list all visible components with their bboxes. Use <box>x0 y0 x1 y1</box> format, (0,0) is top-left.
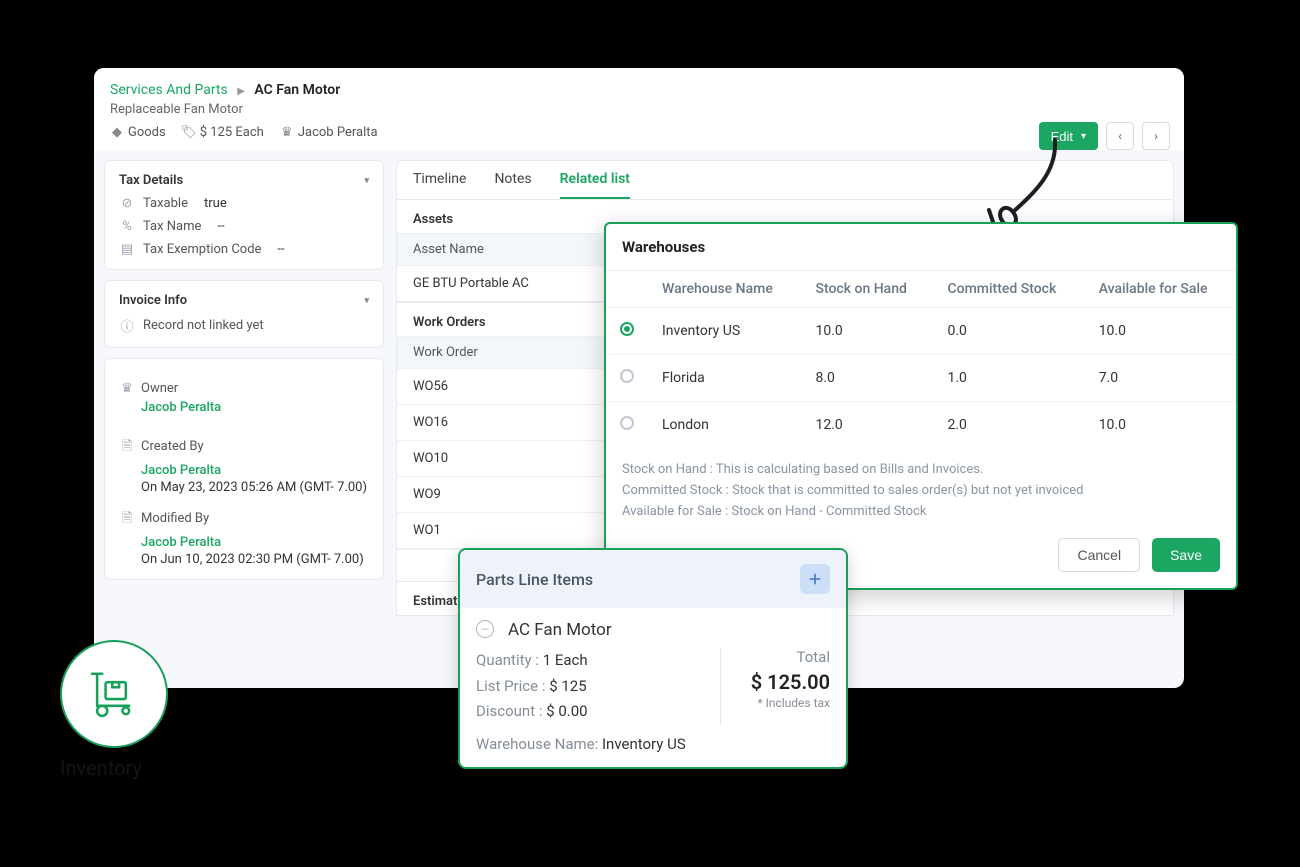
edit-button[interactable]: Edit ▾ <box>1039 122 1098 150</box>
ban-icon: ⊘ <box>119 196 135 211</box>
wh-available: 10.0 <box>1085 308 1236 355</box>
tax-taxable-label: Taxable <box>143 196 188 211</box>
crown-icon: ♛ <box>280 125 294 140</box>
meta-owner: Jacob Peralta <box>298 125 378 140</box>
wh-committed: 2.0 <box>933 402 1084 449</box>
hand-truck-icon <box>87 667 141 721</box>
modified-by-link[interactable]: Jacob Peralta <box>141 535 369 550</box>
warehouse-radio[interactable] <box>620 416 634 430</box>
record-subtitle: Replaceable Fan Motor <box>110 102 1168 117</box>
warehouse-notes: Stock on Hand : This is calculating base… <box>606 448 1236 522</box>
warehouse-modal: Warehouses Warehouse Name Stock on Hand … <box>604 222 1238 590</box>
breadcrumb-current: AC Fan Motor <box>254 82 340 98</box>
warehouse-name-value: Inventory US <box>602 735 686 753</box>
tax-details-panel: Tax Details ▾ ⊘ Taxable true % Tax Name -- ▤ T… <box>104 160 384 270</box>
tax-taxable-value: true <box>204 196 227 211</box>
meta-price: $ 125 Each <box>200 125 264 140</box>
chevron-down-icon: ▾ <box>1081 131 1086 142</box>
info-icon: ⓘ <box>119 316 135 335</box>
record-header: Services And Parts ▶ AC Fan Motor Replac… <box>94 68 1184 150</box>
wh-name: Florida <box>648 355 802 402</box>
add-line-item-button[interactable] <box>800 564 830 594</box>
collapse-icon[interactable]: ▾ <box>364 176 369 186</box>
left-sidebar: Tax Details ▾ ⊘ Taxable true % Tax Name -- ▤ T… <box>104 160 384 616</box>
warehouse-radio[interactable] <box>620 322 634 336</box>
wh-onhand: 8.0 <box>802 355 934 402</box>
wh-available: 7.0 <box>1085 355 1236 402</box>
qty-value: 1 Each <box>543 651 588 669</box>
warehouse-name-label: Warehouse Name: <box>476 735 598 753</box>
tag-icon: 🏷 <box>182 125 196 140</box>
qty-label: Quantity : <box>476 651 539 669</box>
wh-col-name: Warehouse Name <box>648 271 802 308</box>
warehouse-table: Warehouse Name Stock on Hand Committed S… <box>606 271 1236 448</box>
wh-col-committed: Committed Stock <box>933 271 1084 308</box>
tab-timeline[interactable]: Timeline <box>413 171 466 199</box>
wh-committed: 1.0 <box>933 355 1084 402</box>
inventory-badge <box>60 640 168 748</box>
inventory-caption: Inventory <box>60 756 142 780</box>
invoice-info-title: Invoice Info <box>119 293 187 308</box>
crown-icon: ♛ <box>119 381 135 396</box>
wh-onhand: 12.0 <box>802 402 934 449</box>
total-value: $ 125.00 <box>733 670 830 694</box>
prev-record-button[interactable]: ‹ <box>1106 122 1134 150</box>
parts-line-items-card: Parts Line Items — AC Fan Motor Quantity… <box>458 548 848 769</box>
breadcrumb: Services And Parts ▶ AC Fan Motor <box>110 82 1168 98</box>
modified-by-label: Modified By <box>141 511 209 526</box>
wh-col-onhand: Stock on Hand <box>802 271 934 308</box>
created-by-label: Created By <box>141 439 204 454</box>
line-item-name: AC Fan Motor <box>508 620 612 640</box>
tab-notes[interactable]: Notes <box>494 171 531 199</box>
owner-link[interactable]: Jacob Peralta <box>141 400 369 415</box>
created-by-link[interactable]: Jacob Peralta <box>141 463 369 478</box>
warehouse-radio[interactable] <box>620 369 634 383</box>
total-label: Total <box>733 648 830 666</box>
next-record-button[interactable]: › <box>1142 122 1170 150</box>
file-icon: 🗎 <box>119 509 135 531</box>
tax-name-label: Tax Name <box>143 219 201 234</box>
wh-name: London <box>648 402 802 449</box>
ownership-panel: ♛ Owner Jacob Peralta 🗎 Created By Jacob P… <box>104 358 384 580</box>
list-price-value: $ 125 <box>549 677 586 695</box>
file-icon: 🗎 <box>119 437 135 459</box>
warehouse-modal-title: Warehouses <box>606 224 1236 271</box>
discount-label: Discount : <box>476 702 542 720</box>
tab-bar: Timeline Notes Related list <box>396 160 1174 200</box>
doc-icon: ▤ <box>119 242 135 257</box>
breadcrumb-caret-icon: ▶ <box>237 86 245 97</box>
created-timestamp: On May 23, 2023 05:26 AM (GMT- 7.00) <box>141 480 369 495</box>
collapse-icon[interactable]: ▾ <box>364 296 369 306</box>
plus-icon <box>807 571 823 587</box>
save-button[interactable]: Save <box>1152 538 1220 572</box>
parts-title: Parts Line Items <box>476 570 593 589</box>
wh-available: 10.0 <box>1085 402 1236 449</box>
discount-value: $ 0.00 <box>546 702 587 720</box>
tax-note: * Includes tax <box>733 696 830 710</box>
record-meta: ◆ Goods 🏷 $ 125 Each ♛ Jacob Peralta <box>110 125 1168 140</box>
tax-name-value: -- <box>217 219 224 234</box>
invoice-not-linked: Record not linked yet <box>143 318 264 333</box>
modified-timestamp: On Jun 10, 2023 02:30 PM (GMT- 7.00) <box>141 552 369 567</box>
wh-col-available: Available for Sale <box>1085 271 1236 308</box>
cancel-button[interactable]: Cancel <box>1058 538 1140 572</box>
tax-exemption-label: Tax Exemption Code <box>143 242 261 257</box>
tab-related-list[interactable]: Related list <box>560 171 630 199</box>
percent-icon: % <box>119 219 135 234</box>
owner-label: Owner <box>141 381 178 396</box>
list-price-label: List Price : <box>476 677 545 695</box>
remove-line-item-button[interactable]: — <box>476 620 494 638</box>
tax-exemption-value: -- <box>277 242 284 257</box>
breadcrumb-parent-link[interactable]: Services And Parts <box>110 82 228 98</box>
warehouse-row[interactable]: Florida 8.0 1.0 7.0 <box>606 355 1236 402</box>
meta-goods: Goods <box>128 125 166 140</box>
warehouse-row[interactable]: Inventory US 10.0 0.0 10.0 <box>606 308 1236 355</box>
wh-committed: 0.0 <box>933 308 1084 355</box>
invoice-info-panel: Invoice Info ▾ ⓘ Record not linked yet <box>104 280 384 348</box>
wh-name: Inventory US <box>648 308 802 355</box>
warehouse-row[interactable]: London 12.0 2.0 10.0 <box>606 402 1236 449</box>
wh-onhand: 10.0 <box>802 308 934 355</box>
tax-details-title: Tax Details <box>119 173 183 188</box>
cube-icon: ◆ <box>110 125 124 140</box>
